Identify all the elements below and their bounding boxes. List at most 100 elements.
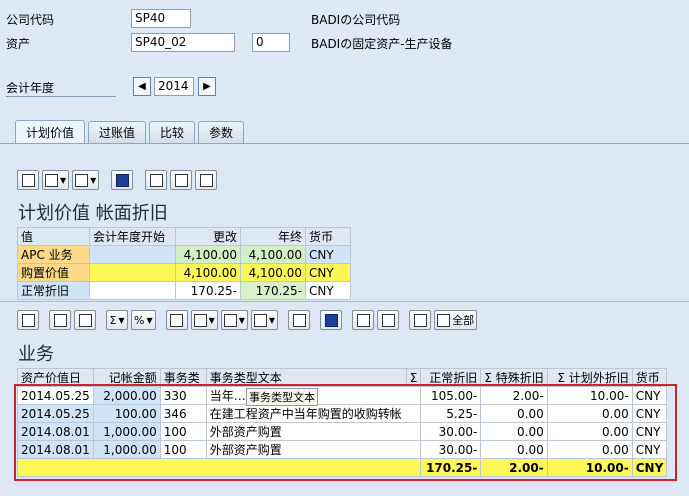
document-button[interactable] <box>352 310 375 330</box>
subtotal-button[interactable]: % ▼ <box>131 310 156 330</box>
subtotal-icon: % <box>134 313 145 327</box>
toolbar-separator <box>345 310 349 330</box>
print-button-2[interactable] <box>165 310 188 330</box>
detail-button[interactable] <box>145 170 168 190</box>
info-button-2[interactable] <box>320 310 343 330</box>
export-icon <box>75 173 89 187</box>
printer-icon <box>170 313 184 327</box>
table-row[interactable]: 正常折旧 170.25- 170.25- CNY <box>17 281 351 300</box>
table-cell <box>89 245 176 264</box>
company-code-field[interactable]: SP40 <box>131 9 191 28</box>
chevron-down-icon: ▼ <box>268 315 276 325</box>
table-cell: 正常折旧 <box>17 281 90 300</box>
triangle-right-icon: ▶ <box>203 81 211 92</box>
chevron-down-icon: ▼ <box>118 315 125 325</box>
table-cell <box>89 263 176 282</box>
column-header: 会计年度开始 <box>89 227 176 246</box>
toolbar-separator <box>42 310 46 330</box>
layout-button[interactable]: ▼ <box>250 310 279 330</box>
table-row[interactable]: APC 业务 4,100.00 4,100.00 CNY <box>17 245 351 264</box>
chevron-down-icon: ▼ <box>60 175 67 185</box>
table-cell: 170.25- <box>240 281 306 300</box>
tab-comparison[interactable]: 比较 <box>149 121 196 143</box>
table-cell: CNY <box>305 281 351 300</box>
toolbar-separator <box>159 310 163 330</box>
view-button-2[interactable]: ▼ <box>190 310 218 330</box>
company-badi-text: BADIの公司代码 <box>311 13 401 27</box>
column-header: 年终 <box>240 227 306 246</box>
note-button[interactable] <box>195 170 218 190</box>
valuation-title: 计划价值 帐面折旧 <box>18 203 168 224</box>
chevron-down-icon: ▼ <box>208 315 215 325</box>
transactions-title: 业务 <box>18 344 54 365</box>
next-year-button[interactable]: ▶ <box>198 77 216 96</box>
graphic-button[interactable] <box>288 310 311 330</box>
column-header: 货币 <box>305 227 351 246</box>
hat-icon <box>381 313 395 327</box>
table-row[interactable]: 购置价值 4,100.00 4,100.00 CNY <box>17 263 351 282</box>
asset-subnumber-field[interactable]: 0 <box>252 33 290 52</box>
column-header: 更改 <box>175 227 241 246</box>
triangle-left-icon: ◀ <box>138 81 146 92</box>
column-header: 值 <box>17 227 90 246</box>
sort-icon <box>53 313 67 327</box>
tab-planned-values[interactable]: 计划价值 <box>15 120 86 144</box>
info-button[interactable] <box>111 170 134 190</box>
calculator-icon <box>174 173 188 187</box>
fiscal-year-field[interactable]: 2014 <box>154 77 194 96</box>
table-cell: CNY <box>305 245 351 264</box>
table-cell: 4,100.00 <box>175 245 241 264</box>
expand-button[interactable] <box>409 310 432 330</box>
all-label: 全部 <box>452 314 475 327</box>
toolbar-separator <box>402 310 406 330</box>
fiscal-year-label: 会计年度 <box>6 79 116 97</box>
filter-button[interactable] <box>74 310 96 330</box>
chevron-down-icon: ▼ <box>238 315 245 325</box>
note-icon <box>199 173 213 187</box>
table-cell <box>89 281 176 300</box>
splitter[interactable] <box>0 301 689 305</box>
export-icon <box>223 313 237 327</box>
chevron-down-icon: ▼ <box>90 175 97 185</box>
toolbar-separator <box>99 310 103 330</box>
table-cell: 4,100.00 <box>240 245 306 264</box>
tab-posted-values[interactable]: 过账值 <box>88 121 147 143</box>
toolbar-separator <box>102 170 108 190</box>
view-icon <box>193 313 207 327</box>
table-cell: 购置价值 <box>17 263 90 282</box>
selection-highlight <box>14 384 677 481</box>
tab-strip: 计划价值 过账值 比较 参数 <box>15 120 247 144</box>
toolbar-separator <box>136 170 142 190</box>
sigma-icon: Σ <box>109 313 117 327</box>
table-cell: CNY <box>305 263 351 282</box>
grid-icon <box>437 313 451 327</box>
chevron-down-icon: ▼ <box>146 315 153 325</box>
export-button-2[interactable]: ▼ <box>220 310 248 330</box>
view-button[interactable]: ▼ <box>42 170 70 190</box>
toolbar-separator <box>313 310 317 330</box>
valuation-table: 值 会计年度开始 更改 年终 货币 APC 业务 4,100.00 4,100.… <box>17 227 351 300</box>
tab-parameters[interactable]: 参数 <box>198 121 245 143</box>
all-button[interactable]: 全部 <box>434 310 478 330</box>
export-button[interactable]: ▼ <box>72 170 100 190</box>
info-icon <box>115 173 129 187</box>
layout-icon <box>253 313 267 327</box>
calculator-button[interactable] <box>170 170 193 190</box>
transactions-toolbar: Σ ▼ % ▼ ▼ ▼ ▼ 全部 <box>17 310 478 330</box>
sort-asc-button[interactable] <box>49 310 71 330</box>
asset-field[interactable]: SP40_02 <box>131 33 235 52</box>
sum-button[interactable]: Σ ▼ <box>106 310 128 330</box>
find-button[interactable] <box>17 310 39 330</box>
print-button[interactable] <box>17 170 39 190</box>
toolbar-separator <box>281 310 285 330</box>
magnifier-icon <box>21 313 35 327</box>
table-cell: 4,100.00 <box>240 263 306 282</box>
asset-badi-text: BADIの固定资产-生产设备 <box>311 37 453 51</box>
valuation-toolbar: ▼ ▼ <box>17 170 218 190</box>
table-cell: 4,100.00 <box>175 263 241 282</box>
company-code-label: 公司代码 <box>6 13 55 27</box>
hat-button[interactable] <box>377 310 400 330</box>
filter-icon <box>78 313 92 327</box>
prev-year-button[interactable]: ◀ <box>133 77 151 96</box>
asset-label: 资产 <box>6 37 31 51</box>
